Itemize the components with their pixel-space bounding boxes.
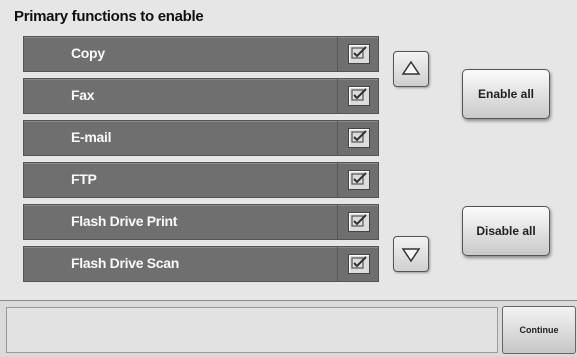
function-row-email[interactable]: E-mail <box>23 120 379 156</box>
enable-all-button[interactable]: Enable all <box>462 69 550 119</box>
continue-button[interactable]: Continue <box>502 306 576 354</box>
page-title: Primary functions to enable <box>14 8 204 25</box>
arrow-up-icon <box>401 60 421 75</box>
function-label: E-mail <box>71 129 112 145</box>
checkbox-checked-icon[interactable] <box>348 212 370 232</box>
status-message-area <box>6 307 498 353</box>
function-label: FTP <box>71 171 97 187</box>
function-row-flash-drive-scan[interactable]: Flash Drive Scan <box>23 246 379 282</box>
checkbox-checked-icon[interactable] <box>348 128 370 148</box>
checkbox-checked-icon[interactable] <box>348 86 370 106</box>
function-label: Fax <box>71 87 95 103</box>
row-divider <box>337 247 338 281</box>
function-row-copy[interactable]: Copy <box>23 36 379 72</box>
function-label: Flash Drive Scan <box>71 255 180 271</box>
function-row-fax[interactable]: Fax <box>23 78 379 114</box>
arrow-down-icon <box>401 248 421 263</box>
footer-bar <box>0 300 577 357</box>
row-divider <box>337 163 338 197</box>
function-list: Copy Fax E-mail FTP Flash Drive Print Fl… <box>23 36 379 288</box>
checkbox-checked-icon[interactable] <box>348 254 370 274</box>
row-divider <box>337 205 338 239</box>
row-divider <box>337 121 338 155</box>
function-row-ftp[interactable]: FTP <box>23 162 379 198</box>
scroll-down-button[interactable] <box>393 236 429 272</box>
disable-all-button[interactable]: Disable all <box>462 206 550 256</box>
scroll-up-button[interactable] <box>393 51 429 87</box>
row-divider <box>337 37 338 71</box>
function-enable-screen: Primary functions to enable Copy Fax E-m… <box>0 0 577 357</box>
function-label: Copy <box>71 45 105 61</box>
checkbox-checked-icon[interactable] <box>348 44 370 64</box>
row-divider <box>337 79 338 113</box>
function-label: Flash Drive Print <box>71 213 178 229</box>
function-row-flash-drive-print[interactable]: Flash Drive Print <box>23 204 379 240</box>
checkbox-checked-icon[interactable] <box>348 170 370 190</box>
